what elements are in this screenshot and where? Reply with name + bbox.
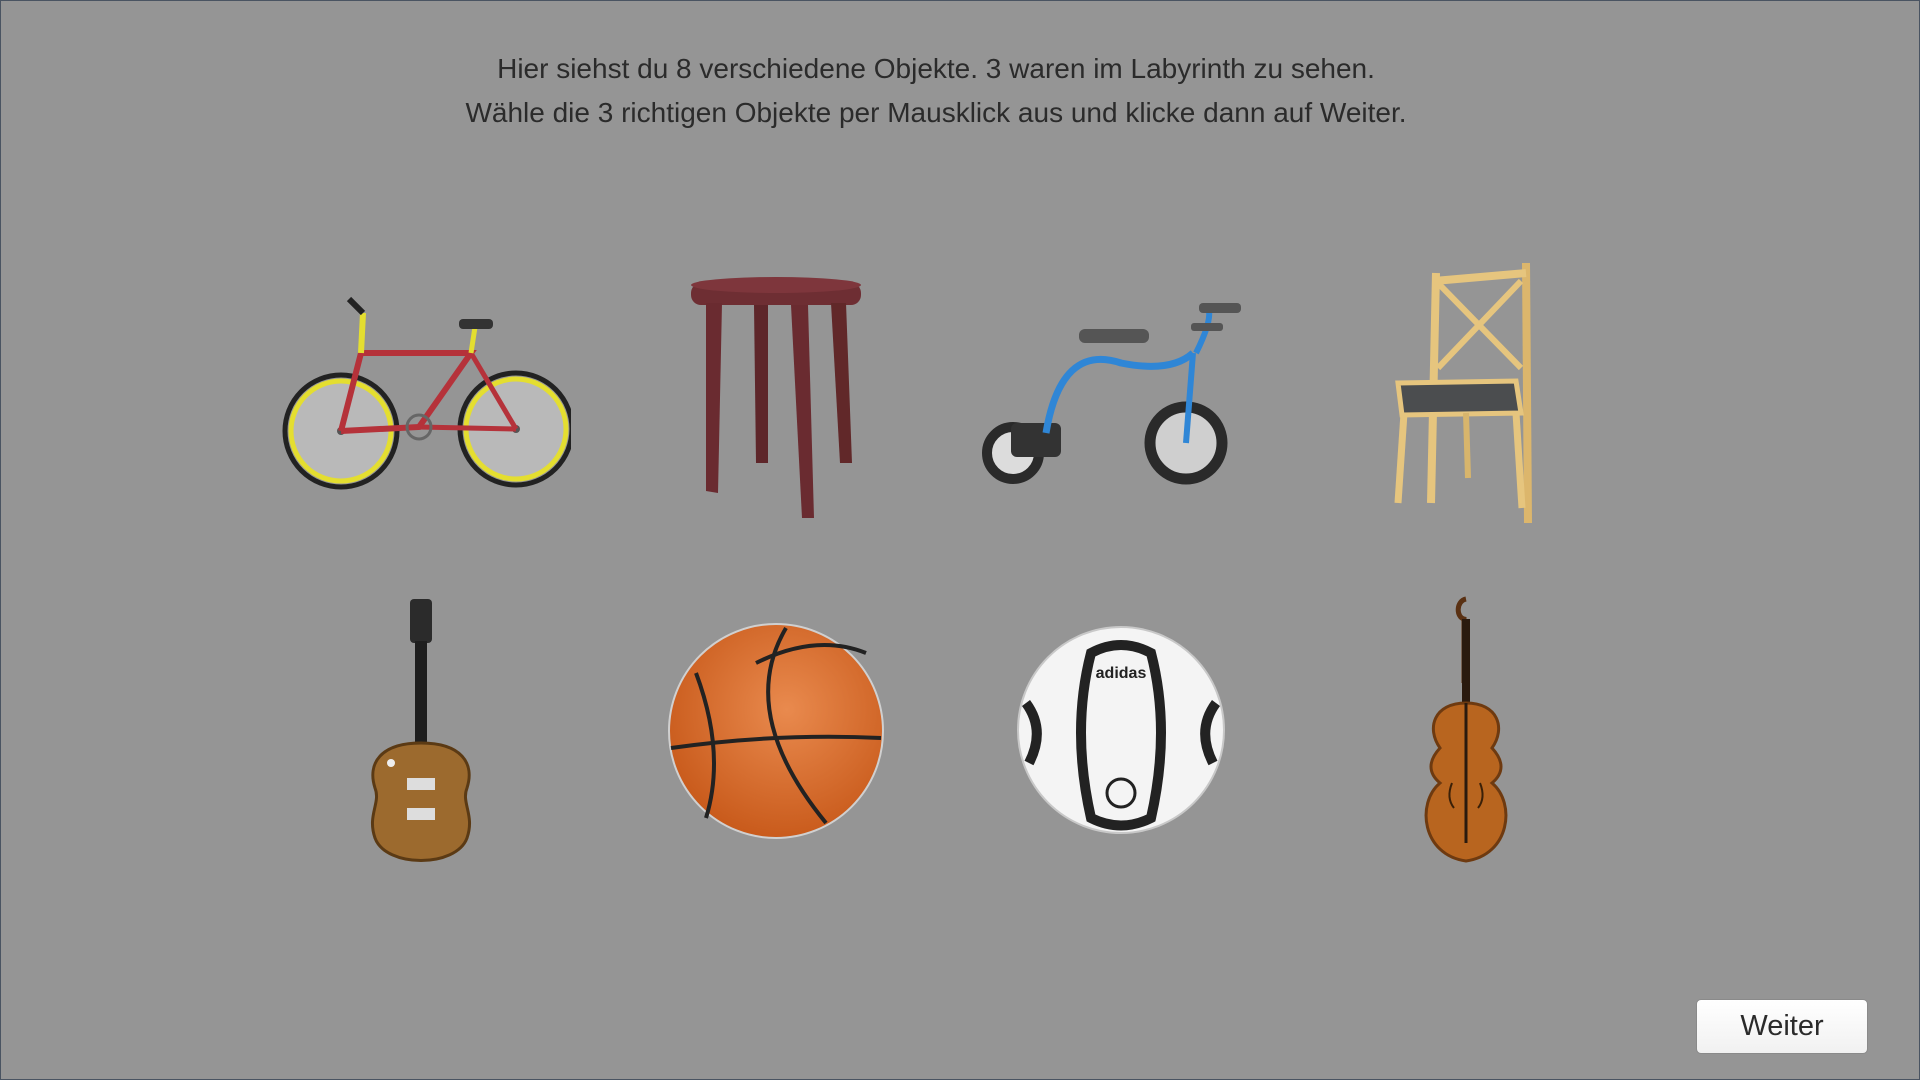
- next-button-label: Weiter: [1740, 1010, 1824, 1042]
- object-basketball[interactable]: [626, 593, 926, 873]
- object-tricycle[interactable]: [971, 263, 1271, 543]
- next-button[interactable]: Weiter: [1696, 999, 1868, 1054]
- object-guitar[interactable]: [271, 593, 571, 873]
- instruction-line-1: Hier siehst du 8 verschiedene Objekte. 3…: [497, 53, 1375, 84]
- soccer-ball-icon: adidas: [1017, 626, 1225, 834]
- object-violin[interactable]: [1316, 593, 1616, 873]
- object-stool[interactable]: [626, 263, 926, 543]
- tricycle-icon: [982, 303, 1241, 485]
- instructions-text: Hier siehst du 8 verschiedene Objekte. 3…: [1, 47, 1871, 135]
- violin-icon: [1424, 596, 1508, 863]
- app-window: Hier siehst du 8 verschiedene Objekte. 3…: [1, 1, 1919, 1079]
- object-soccer-ball[interactable]: adidas: [971, 593, 1271, 873]
- stool-icon: [691, 277, 861, 518]
- basketball-icon: [668, 623, 884, 839]
- instruction-line-2: Wähle die 3 richtigen Objekte per Mauskl…: [465, 97, 1407, 128]
- object-bicycle[interactable]: [271, 263, 571, 543]
- adidas-logo-text: adidas: [1096, 665, 1147, 682]
- bicycle-icon: [282, 296, 571, 490]
- object-chair[interactable]: [1316, 263, 1616, 543]
- chair-icon: [1394, 263, 1532, 524]
- guitar-icon: [370, 599, 472, 862]
